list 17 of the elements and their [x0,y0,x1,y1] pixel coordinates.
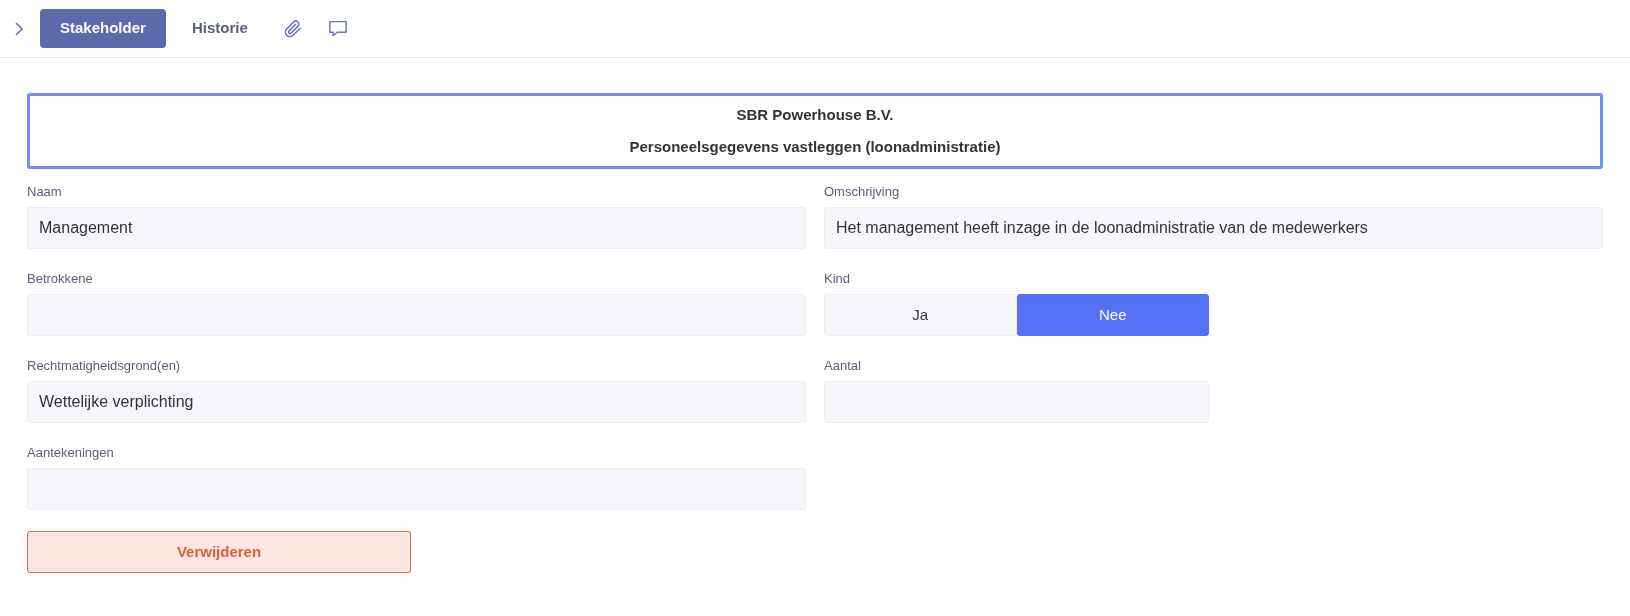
process-subtitle: Personeelsgegevens vastleggen (loonadministratie) [629,136,1001,157]
input-field[interactable]: Het management heeft inzage in de loonadministratie van de medewerkers [824,207,1603,249]
input-field[interactable]: Wettelijke verplichting [27,381,806,423]
field-label: Kind [824,270,852,288]
field-label: Aantal [824,357,862,375]
input-field[interactable]: Management [27,207,806,249]
tab[interactable]: Historie [171,9,268,48]
field-label: Betrokkene [27,270,94,288]
tab[interactable]: Stakeholder [40,9,166,48]
field-label: Aantekeningen [27,444,115,462]
toggle-option[interactable]: Ja [824,294,1017,336]
toggle-option[interactable]: Nee [1016,294,1209,336]
field-label: Rechtmatigheidsgrond(en) [27,357,182,375]
company-title: SBR Powerhouse B.V. [736,105,894,125]
field-label: Omschrijving [824,183,901,201]
chevron-right-icon[interactable] [12,19,26,38]
field-label: Naam [27,183,63,201]
